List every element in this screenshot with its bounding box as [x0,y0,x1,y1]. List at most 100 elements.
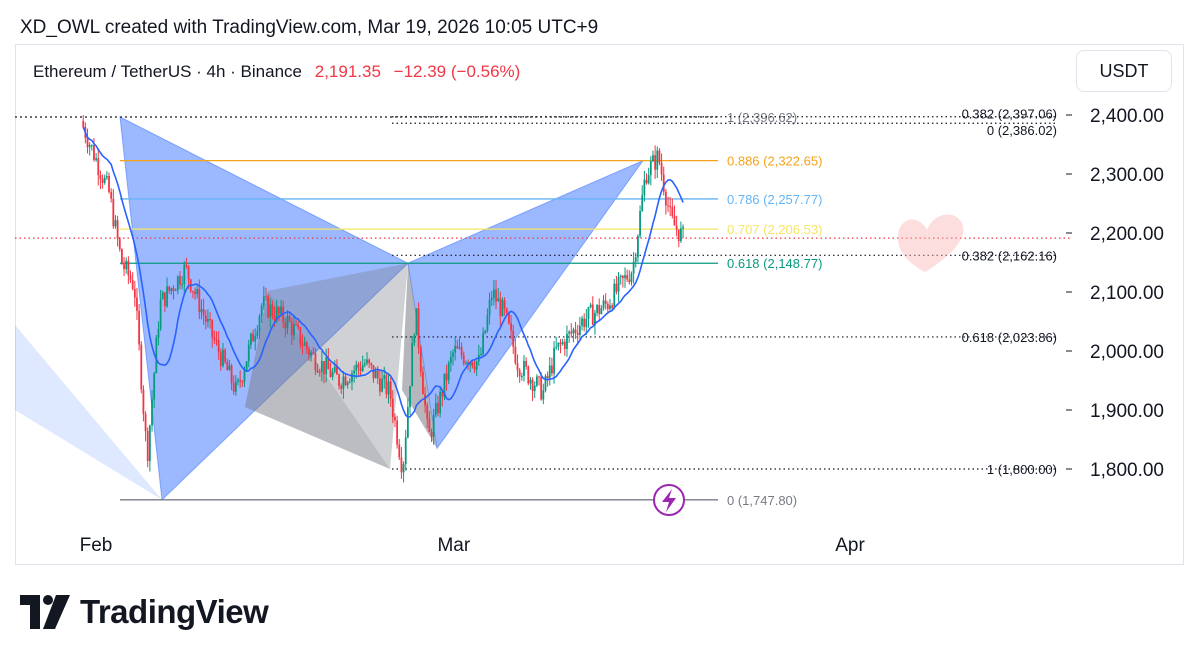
candle-body [290,321,293,336]
candle-body [271,304,274,316]
candle-body [621,275,624,279]
candle-body [194,291,196,295]
symbol-legend[interactable]: Ethereum / TetherUS · 4h · Binance 2,191… [30,62,524,82]
candle-body [114,220,117,227]
fib-label-right-3: 0.618 (2,023.86) [962,330,1057,345]
candle-body [90,145,93,147]
price-chart[interactable]: 1 (2,396.62)0.886 (2,322.65)0.786 (2,257… [0,0,1200,660]
candle-body [207,318,209,322]
candle-body [379,378,381,392]
candle-body [520,376,523,378]
price-change: −12.39 (−0.56%) [393,62,521,81]
candle-body [391,398,394,417]
candle-body [647,175,650,184]
candle-body [555,346,558,348]
candle-body [174,290,177,292]
x-tick-label-feb: Feb [80,535,113,556]
candle-body [295,324,297,326]
candle-body [482,333,485,355]
candle-body [181,284,184,286]
candle-body [568,331,571,334]
candle-body [422,371,424,395]
candle-body [583,318,586,328]
candle-body [215,339,218,341]
candle-body [286,315,289,329]
candle-body [265,296,267,298]
candle-body [157,328,160,338]
candle-body [280,306,282,314]
candle-body [228,365,231,371]
candle-body [615,283,618,292]
candle-body [305,342,308,349]
candle-body [400,457,403,473]
y-tick-label-2200: 2,200.00 [1090,224,1164,245]
candle-body [93,145,95,161]
candle-body [368,359,371,364]
candle-body [488,299,491,316]
candle-body [164,292,166,307]
candle-body [230,365,233,384]
candle-body [563,341,566,349]
candle-body [566,333,568,349]
candle-body [224,349,227,362]
candle-body [299,327,302,345]
candle-body [559,342,562,345]
fib-label-right-2: 0.382 (2,162.16) [962,248,1057,263]
candle-body [318,372,321,374]
candle-body [658,150,661,163]
candle-body [247,344,250,362]
candle-body [260,305,263,317]
candle-body [406,407,409,438]
currency-button[interactable]: USDT [1076,50,1172,92]
candle-body [131,280,134,289]
candle-body [129,275,132,281]
candle-body [361,364,364,371]
candle-body [484,330,487,334]
candle-body [202,309,205,316]
candle-body [198,289,201,313]
candle-body [351,373,353,382]
candle-body [585,318,588,328]
candle-body [144,414,147,432]
candle-body [396,420,399,445]
candle-body [168,286,171,292]
candle-body [426,405,429,419]
candle-body [209,318,211,320]
candle-body [480,354,482,356]
candle-body [293,324,295,336]
candle-body [645,179,648,184]
candle-body [529,379,532,384]
candle-body [475,361,478,370]
candle-body [267,296,270,318]
candle-body [116,220,119,239]
candle-body [161,292,164,300]
fib-label-left-3: 0.707 (2,206.53) [727,222,822,237]
y-tick-label-1800: 1,800.00 [1090,460,1164,481]
fib-label-right-4: 1 (1,800.00) [987,462,1057,477]
candle-body [669,206,672,208]
candle-body [342,376,345,389]
candle-body [682,226,684,229]
candle-body [196,289,199,295]
candle-body [110,191,113,199]
candle-body [333,366,336,372]
candle-body [649,161,652,176]
candle-body [462,355,465,364]
candle-body [606,303,609,309]
candle-body [211,319,214,338]
y-tick-label-2100: 2,100.00 [1090,283,1164,304]
candle-body [398,444,401,458]
heart-icon[interactable] [897,214,964,272]
candle-body [387,381,390,395]
candle-body [417,308,420,348]
candle-body [411,342,414,387]
candle-body [628,279,631,283]
candle-body [632,261,635,274]
candle-body [301,344,304,346]
candle-body [172,288,175,291]
candle-body [637,235,639,258]
candle-body [664,191,667,206]
candle-body [204,315,207,322]
candle-body [660,162,663,175]
brand-name: TradingView [80,593,269,630]
